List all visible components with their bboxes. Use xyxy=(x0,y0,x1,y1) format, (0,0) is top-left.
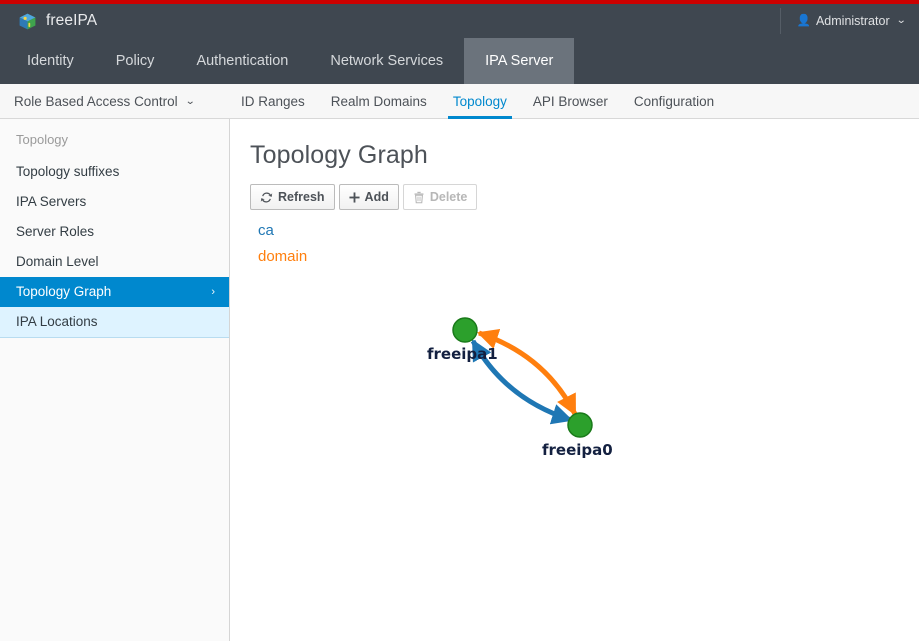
brand[interactable]: freeIPA xyxy=(18,12,97,31)
sidebar-item-label: Topology suffixes xyxy=(16,164,120,179)
topology-graph-canvas[interactable]: freeipa1 freeipa0 xyxy=(230,119,919,641)
sidebar-item-topology-suffixes[interactable]: Topology suffixes xyxy=(0,157,229,187)
graph-node-label-freeipa0: freeipa0 xyxy=(542,441,613,459)
secondary-nav: Role Based Access Control ⌄ ID Ranges Re… xyxy=(0,84,919,119)
subnav-realm-domains[interactable]: Realm Domains xyxy=(318,84,440,118)
sidebar-item-topology-graph[interactable]: Topology Graph › xyxy=(0,277,229,307)
nav-tab-identity[interactable]: Identity xyxy=(6,38,95,84)
sidebar-heading: Topology xyxy=(16,132,69,147)
sidebar: Topology Topology suffixes IPA Servers S… xyxy=(0,119,230,641)
graph-node-freeipa0[interactable] xyxy=(567,412,593,438)
sidebar-item-server-roles[interactable]: Server Roles xyxy=(0,217,229,247)
subnav-api-browser[interactable]: API Browser xyxy=(520,84,621,118)
masthead: freeIPA 👤 Administrator ⌄ xyxy=(0,4,919,38)
sidebar-item-ipa-servers[interactable]: IPA Servers xyxy=(0,187,229,217)
subnav-configuration[interactable]: Configuration xyxy=(621,84,727,118)
body: Topology Topology suffixes IPA Servers S… xyxy=(0,119,919,641)
user-name: Administrator xyxy=(815,14,890,28)
user-icon: 👤 xyxy=(796,15,811,27)
nav-tab-authentication[interactable]: Authentication xyxy=(175,38,309,84)
chevron-down-icon: ⌄ xyxy=(184,95,196,107)
brand-name: freeIPA xyxy=(46,12,98,29)
sidebar-item-label: Domain Level xyxy=(16,254,99,269)
sidebar-item-label: IPA Locations xyxy=(16,314,98,329)
subnav-rbac-label: Role Based Access Control xyxy=(14,93,178,109)
sidebar-item-ipa-locations[interactable]: IPA Locations xyxy=(0,307,229,338)
primary-nav: Identity Policy Authentication Network S… xyxy=(0,38,919,84)
chevron-down-icon: ⌄ xyxy=(895,15,907,26)
nav-tab-policy[interactable]: Policy xyxy=(95,38,176,84)
sidebar-item-label: Server Roles xyxy=(16,224,95,239)
nav-tab-ipa-server[interactable]: IPA Server xyxy=(464,38,575,84)
graph-node-freeipa1[interactable] xyxy=(452,317,478,343)
graph-node-label-freeipa1: freeipa1 xyxy=(427,345,498,363)
subnav-topology[interactable]: Topology xyxy=(440,84,520,119)
nav-tab-network-services[interactable]: Network Services xyxy=(309,38,464,84)
sidebar-item-domain-level[interactable]: Domain Level xyxy=(0,247,229,277)
main-content: Topology Graph Refresh Add Delete ca dom… xyxy=(230,119,919,641)
sidebar-item-label: IPA Servers xyxy=(16,194,87,209)
chevron-right-icon: › xyxy=(211,286,215,298)
subnav-id-ranges[interactable]: ID Ranges xyxy=(228,84,318,118)
sidebar-item-label: Topology Graph xyxy=(16,284,112,299)
user-menu[interactable]: 👤 Administrator ⌄ xyxy=(779,8,907,34)
cube-icon xyxy=(18,12,37,31)
subnav-role-based-access-control[interactable]: Role Based Access Control ⌄ xyxy=(14,84,228,118)
